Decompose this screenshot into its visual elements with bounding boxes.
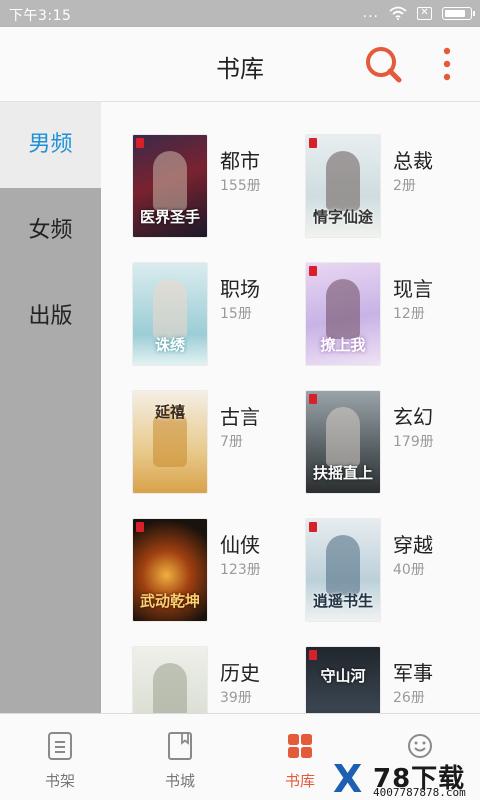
sidebar-item-female[interactable]: 女频: [0, 188, 101, 274]
category-count: 12册: [393, 306, 425, 322]
category-name: 都市: [220, 149, 260, 173]
category-item-dushi[interactable]: 医界圣手 都市 155册: [133, 135, 303, 239]
category-item-xianxia[interactable]: 武动乾坤 仙侠 123册: [133, 519, 303, 623]
category-count: 15册: [220, 306, 252, 322]
category-name: 历史: [220, 661, 260, 685]
category-count: 2册: [393, 178, 416, 194]
category-item-chuanyue[interactable]: 逍遥书生 穿越 40册: [306, 519, 476, 623]
bookstore-icon: [168, 732, 192, 760]
search-icon: [366, 47, 402, 83]
cover-figure: [326, 151, 360, 211]
category-item-xianyan[interactable]: 撩上我 现言 12册: [306, 263, 476, 367]
category-count: 26册: [393, 690, 425, 706]
cover-figure: [153, 151, 187, 211]
category-item-lishi[interactable]: 历史 39册: [133, 647, 303, 714]
cover-figure: [326, 407, 360, 467]
category-item-guyan[interactable]: 延禧 古言 7册: [133, 391, 303, 495]
publisher-badge: [309, 394, 317, 404]
cover-figure: [326, 535, 360, 595]
cover-title: 守山河: [320, 667, 366, 685]
watermark-x-icon: X: [333, 757, 363, 800]
status-icons: ... ✕: [362, 5, 475, 21]
search-button[interactable]: [362, 45, 406, 85]
cover-title: 延禧: [154, 403, 185, 421]
book-cover: 医界圣手: [133, 135, 207, 237]
category-name: 穿越: [393, 533, 433, 557]
book-cover: 守山河: [306, 647, 380, 714]
tab-label: 书城: [164, 772, 195, 790]
book-cover: [133, 647, 207, 714]
book-cover: 情字仙途: [306, 135, 380, 237]
publisher-badge: [309, 522, 317, 532]
category-sidebar: 男频 女频 出版: [0, 102, 101, 714]
category-count: 40册: [393, 562, 425, 578]
app-bar: 书库: [0, 27, 480, 102]
book-cover: 逍遥书生: [306, 519, 380, 621]
category-item-zhichang[interactable]: 诛绣 职场 15册: [133, 263, 303, 367]
category-name: 玄幻: [393, 405, 433, 429]
category-count: 7册: [220, 434, 243, 450]
book-cover: 武动乾坤: [133, 519, 207, 621]
cover-figure: [326, 279, 360, 339]
watermark-logo: X 78下载 4007787878.com: [333, 757, 480, 800]
category-name: 军事: [393, 661, 433, 685]
tab-bookshelf[interactable]: 书架: [0, 714, 120, 800]
page-title: 书库: [216, 55, 264, 83]
cover-title: 医界圣手: [139, 208, 200, 226]
book-cover: 延禧: [133, 391, 207, 493]
wifi-icon: [389, 6, 407, 20]
category-name: 总裁: [393, 149, 433, 173]
tab-label: 书架: [44, 772, 75, 790]
cover-title: 撩上我: [320, 336, 366, 354]
publisher-badge: [309, 266, 317, 276]
sidebar-item-publish[interactable]: 出版: [0, 274, 101, 360]
no-sim-icon: ✕: [417, 6, 432, 20]
book-cover: 撩上我: [306, 263, 380, 365]
signal-dots-icon: ...: [362, 5, 379, 21]
cover-title: 武动乾坤: [139, 592, 200, 610]
publisher-badge: [136, 138, 144, 148]
more-vertical-icon: [443, 47, 451, 81]
library-grid-icon: [288, 734, 312, 758]
book-cover: 诛绣: [133, 263, 207, 365]
cover-figure: [153, 279, 187, 339]
category-name: 职场: [220, 277, 260, 301]
category-name: 仙侠: [220, 533, 260, 557]
category-count: 155册: [220, 178, 261, 194]
sidebar-item-male[interactable]: 男频: [0, 102, 101, 188]
publisher-badge: [309, 138, 317, 148]
category-item-junshi[interactable]: 守山河 军事 26册: [306, 647, 476, 714]
cover-figure: [153, 663, 187, 714]
cover-title: 诛绣: [154, 336, 185, 354]
category-item-xuanhuan[interactable]: 扶摇直上 玄幻 179册: [306, 391, 476, 495]
category-count: 123册: [220, 562, 261, 578]
book-cover: 扶摇直上: [306, 391, 380, 493]
smiley-icon: [408, 734, 432, 758]
watermark-url: 4007787878.com: [373, 786, 466, 799]
category-name: 现言: [393, 277, 433, 301]
cover-title: 逍遥书生: [312, 592, 373, 610]
status-bar: 下午3:15 ... ✕: [0, 0, 480, 27]
battery-icon: [442, 6, 475, 20]
tab-bookstore[interactable]: 书城: [120, 714, 240, 800]
more-options-button[interactable]: [434, 45, 460, 85]
cover-title: 扶摇直上: [312, 464, 373, 482]
publisher-badge: [309, 650, 317, 660]
category-name: 古言: [220, 405, 260, 429]
status-time: 下午3:15: [9, 8, 72, 24]
publisher-badge: [136, 522, 144, 532]
category-grid: 医界圣手 都市 155册 情字仙途 总裁 2册 诛绣 职场 15册 撩上我 现言…: [101, 102, 480, 714]
category-item-zongcai[interactable]: 情字仙途 总裁 2册: [306, 135, 476, 239]
bookshelf-icon: [48, 732, 72, 760]
category-count: 179册: [393, 434, 434, 450]
category-count: 39册: [220, 690, 252, 706]
cover-title: 情字仙途: [312, 208, 373, 226]
